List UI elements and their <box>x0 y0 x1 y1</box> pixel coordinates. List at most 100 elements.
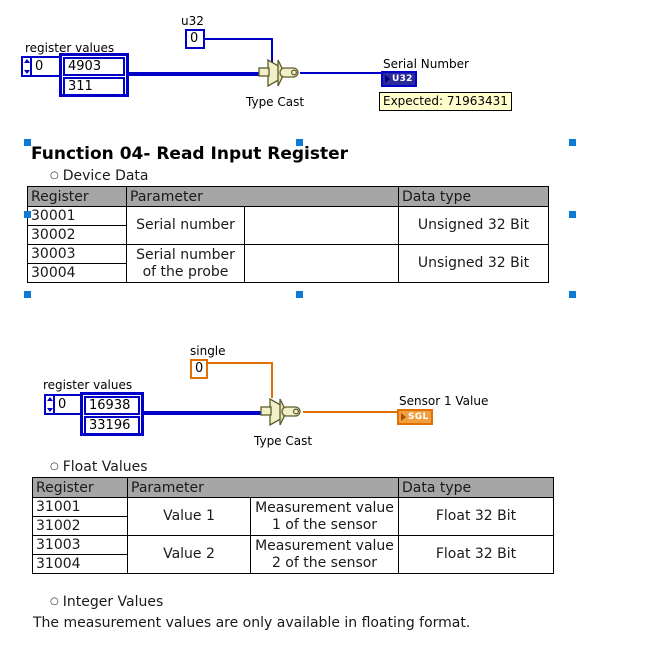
cell-register: 30003 <box>27 244 127 264</box>
array-index-value-1: 0 <box>35 59 44 74</box>
spinner-down-icon[interactable] <box>46 408 53 412</box>
wire-single-horizontal <box>208 362 273 364</box>
bullet-device-data-label: Device Data <box>62 168 149 184</box>
cell-parameter: Serial number <box>126 206 245 245</box>
u32-type-constant[interactable]: 0 <box>185 29 205 49</box>
type-cast-caption-2: Type Cast <box>254 434 313 448</box>
terminal-type-label: SGL <box>408 411 429 422</box>
terminal-type-label: U32 <box>392 73 413 84</box>
cell-data-type: Float 32 Bit <box>398 497 554 536</box>
serial-number-indicator-terminal[interactable]: U32 <box>381 71 417 87</box>
selection-handle-top-right[interactable] <box>569 139 576 146</box>
col-header-parameter: Parameter <box>126 186 399 207</box>
single-constant-label: single <box>190 344 226 358</box>
table-header-row: Register Parameter Data type <box>27 186 549 207</box>
cell-parameter: Value 2 <box>127 535 251 574</box>
block-diagram-read-serial-number: u32 0 register values 0 4903 311 Type Ca… <box>0 0 648 125</box>
selection-handle-bottom-center[interactable] <box>296 291 303 298</box>
bullet-integer-values: ○ Integer Values <box>50 593 163 611</box>
cell-register: 31004 <box>32 554 128 574</box>
spinner-up-icon[interactable] <box>23 59 30 63</box>
cell-data-type: Unsigned 32 Bit <box>398 206 549 245</box>
register-values-array-2[interactable]: 16938 33196 <box>80 392 144 436</box>
cell-register: 31001 <box>32 497 128 517</box>
selection-handle-top-center[interactable] <box>296 139 303 146</box>
array-element-0[interactable]: 16938 <box>84 396 140 415</box>
selection-handle-middle-left[interactable] <box>24 211 31 218</box>
cell-parameter: Value 1 <box>127 497 251 536</box>
register-values-label-2: register values <box>43 378 133 392</box>
cell-data-type: Unsigned 32 Bit <box>398 244 549 283</box>
bullet-float-values-label: Float Values <box>62 459 148 475</box>
spinner-up-icon[interactable] <box>46 397 53 401</box>
wire-array-to-typecast-2 <box>144 411 266 415</box>
cell-register: 30004 <box>27 263 127 283</box>
terminal-arrow-icon <box>401 413 406 421</box>
selection-handle-middle-right[interactable] <box>569 211 576 218</box>
expected-value-tip: Expected: 71963431 <box>379 92 512 111</box>
cell-register: 31002 <box>32 516 128 536</box>
table-device-data: Register Parameter Data type 30001 Seria… <box>27 186 549 283</box>
wire-single-vertical <box>271 362 273 398</box>
col-header-register: Register <box>27 186 127 207</box>
array-element-1[interactable]: 33196 <box>84 416 140 435</box>
wire-u32-horizontal <box>205 38 273 40</box>
array-element-1[interactable]: 311 <box>63 77 125 96</box>
bullet-integer-values-label: Integer Values <box>62 594 164 610</box>
cell-description: Measurement value 1 of the sensor <box>250 497 399 536</box>
col-header-data-type: Data type <box>398 477 554 498</box>
bullet-marker-icon: ○ <box>50 461 59 472</box>
cell-register: 30001 <box>27 206 127 226</box>
table-row: 31003 Value 2 Measurement value 2 of the… <box>32 535 554 574</box>
single-type-constant[interactable]: 0 <box>190 359 208 379</box>
type-cast-caption-1: Type Cast <box>246 95 305 109</box>
array-index-control-2[interactable]: 0 <box>44 394 82 415</box>
u32-constant-label: u32 <box>181 14 204 28</box>
sensor-value-indicator-terminal[interactable]: SGL <box>397 409 433 425</box>
bullet-float-values: ○ Float Values <box>50 458 148 476</box>
cell-description-line1: Measurement value <box>255 537 394 554</box>
sensor-value-indicator-label: Sensor 1 Value <box>399 394 489 408</box>
wire-typecast-to-indicator-2 <box>303 411 399 413</box>
selection-handle-top-left[interactable] <box>24 139 31 146</box>
table-row: 30001 Serial number Unsigned 32 Bit <box>27 206 549 245</box>
cell-description: Measurement value 2 of the sensor <box>250 535 399 574</box>
bullet-marker-icon: ○ <box>50 170 59 181</box>
col-header-data-type: Data type <box>398 186 549 207</box>
table-row: 31001 Value 1 Measurement value 1 of the… <box>32 497 554 536</box>
selection-handle-bottom-left[interactable] <box>24 291 31 298</box>
cell-parameter-line2: of the probe <box>142 263 229 280</box>
selection-handle-bottom-right[interactable] <box>569 291 576 298</box>
block-diagram-read-sensor-value: single 0 register values 0 16938 33196 T… <box>0 330 648 455</box>
spinner-down-icon[interactable] <box>23 70 30 74</box>
array-index-spinner-2[interactable] <box>46 396 55 413</box>
array-index-value-2: 0 <box>58 397 67 412</box>
closing-paragraph: The measurement values are only availabl… <box>33 615 471 631</box>
cell-parameter-line1: Serial number <box>136 246 235 263</box>
table-header-row: Register Parameter Data type <box>32 477 554 498</box>
terminal-arrow-icon <box>385 75 390 83</box>
wire-typecast-to-indicator-1 <box>300 72 383 74</box>
cell-parameter: Serial number of the probe <box>126 244 245 283</box>
type-cast-node-1[interactable] <box>258 56 306 90</box>
type-cast-node-2[interactable] <box>260 395 308 429</box>
array-element-0[interactable]: 4903 <box>63 57 125 76</box>
type-cast-icon <box>258 58 299 88</box>
bullet-marker-icon: ○ <box>50 596 59 607</box>
cell-description-line2: 2 of the sensor <box>271 554 378 571</box>
array-index-control-1[interactable]: 0 <box>21 56 61 77</box>
cell-description <box>244 244 399 283</box>
cell-data-type: Float 32 Bit <box>398 535 554 574</box>
cell-description-line1: Measurement value <box>255 499 394 516</box>
col-header-register: Register <box>32 477 128 498</box>
cell-register: 30002 <box>27 225 127 245</box>
bullet-device-data: ○ Device Data <box>50 167 149 185</box>
array-index-spinner-1[interactable] <box>23 58 32 75</box>
wire-array-to-typecast-1 <box>129 72 264 76</box>
register-values-array-1[interactable]: 4903 311 <box>59 53 129 97</box>
col-header-parameter: Parameter <box>127 477 399 498</box>
serial-number-indicator-label: Serial Number <box>383 57 469 71</box>
table-row: 30003 Serial number of the probe Unsigne… <box>27 244 549 283</box>
cell-description <box>244 206 399 245</box>
cell-description-line2: 1 of the sensor <box>271 516 378 533</box>
